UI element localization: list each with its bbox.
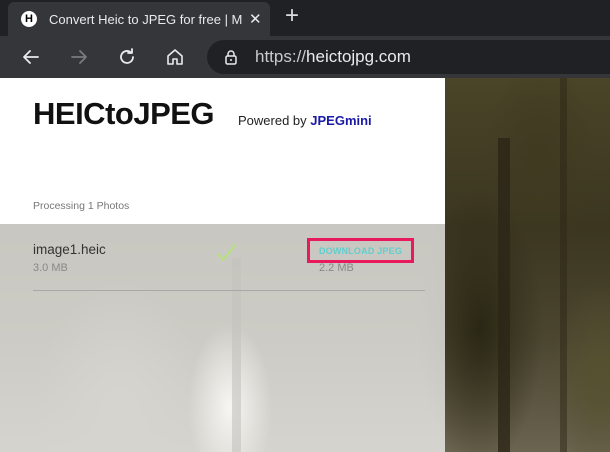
row-divider [33, 290, 425, 291]
reload-icon [120, 48, 134, 64]
url-text: https://heictojpg.com [255, 47, 411, 67]
web-page: HEICtoJPEG Powered by JPEGmini Processin… [0, 78, 610, 452]
powered-by-text: Powered by JPEGmini [238, 113, 372, 128]
back-button[interactable] [16, 42, 46, 72]
forward-arrow-icon [71, 50, 87, 64]
checkmark-icon [217, 244, 236, 261]
tree-trunk [560, 78, 567, 452]
jpegmini-link[interactable]: JPEGmini [310, 113, 371, 128]
processing-status: Processing 1 Photos [33, 200, 130, 212]
forward-button[interactable] [64, 42, 94, 72]
home-icon [167, 49, 183, 65]
site-logo[interactable]: HEICtoJPEG [33, 96, 215, 132]
home-button[interactable] [160, 42, 190, 72]
converted-file-size: 2.2 MB [319, 262, 354, 274]
lock-icon[interactable] [223, 49, 239, 65]
tab-close-icon[interactable]: ✕ [249, 10, 262, 28]
powered-prefix: Powered by [238, 113, 311, 128]
url-host: heictojpg.com [306, 47, 411, 66]
original-file-size: 3.0 MB [33, 262, 68, 274]
tab-bar: H Convert Heic to JPEG for free | M ✕ + [0, 0, 610, 36]
tab-title: Convert Heic to JPEG for free | M [49, 11, 243, 27]
download-jpeg-button[interactable]: DOWNLOAD JPEG [307, 238, 414, 263]
address-bar[interactable]: https://heictojpg.com [207, 40, 610, 74]
tree-trunk [498, 138, 510, 452]
reload-button[interactable] [112, 42, 142, 72]
url-scheme: https:// [255, 47, 307, 66]
download-jpeg-label: DOWNLOAD JPEG [318, 245, 403, 256]
new-tab-button[interactable]: + [280, 4, 304, 28]
site-favicon: H [21, 11, 37, 27]
file-name: image1.heic [33, 242, 106, 257]
browser-tab[interactable]: H Convert Heic to JPEG for free | M ✕ [8, 2, 270, 36]
back-arrow-icon [23, 50, 39, 64]
browser-toolbar: https://heictojpg.com [0, 36, 610, 78]
